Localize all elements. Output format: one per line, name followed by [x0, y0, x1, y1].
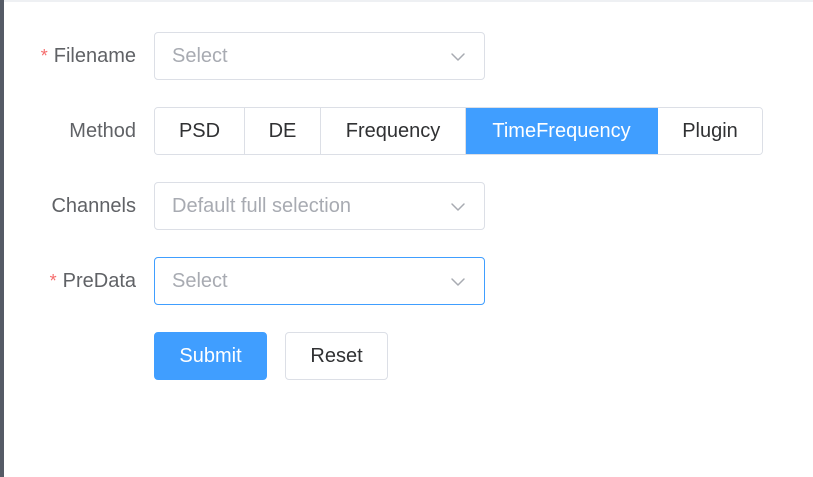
filename-label: * Filename: [6, 44, 136, 68]
required-mark: *: [49, 271, 57, 291]
chevron-down-icon: [451, 278, 465, 286]
predata-placeholder: Select: [172, 270, 228, 292]
method-option-frequency[interactable]: Frequency: [321, 108, 466, 154]
required-mark: *: [40, 46, 48, 66]
predata-label-text: PreData: [62, 270, 136, 292]
channels-placeholder: Default full selection: [172, 195, 351, 217]
channels-label-text: Channels: [51, 195, 136, 217]
chevron-down-icon: [451, 53, 465, 61]
method-label: Method: [6, 119, 136, 143]
page: * Filename Select Method PSD DE Frequency…: [0, 0, 813, 477]
submit-button[interactable]: Submit: [154, 332, 267, 380]
reset-button[interactable]: Reset: [285, 332, 388, 380]
predata-select[interactable]: Select: [154, 257, 485, 305]
filename-label-text: Filename: [53, 45, 136, 67]
analysis-form: * Filename Select Method PSD DE Frequency…: [0, 0, 813, 477]
channels-label: Channels: [6, 194, 136, 218]
predata-label: * PreData: [6, 269, 136, 293]
filename-select[interactable]: Select: [154, 32, 485, 80]
method-label-text: Method: [69, 120, 136, 142]
chevron-down-icon: [451, 203, 465, 211]
method-option-timefrequency[interactable]: TimeFrequency: [466, 108, 658, 154]
channels-select[interactable]: Default full selection: [154, 182, 485, 230]
method-option-psd[interactable]: PSD: [155, 108, 245, 154]
method-option-plugin[interactable]: Plugin: [658, 108, 762, 154]
filename-placeholder: Select: [172, 45, 228, 67]
method-radio-group: PSD DE Frequency TimeFrequency Plugin: [154, 107, 763, 155]
method-option-de[interactable]: DE: [245, 108, 321, 154]
